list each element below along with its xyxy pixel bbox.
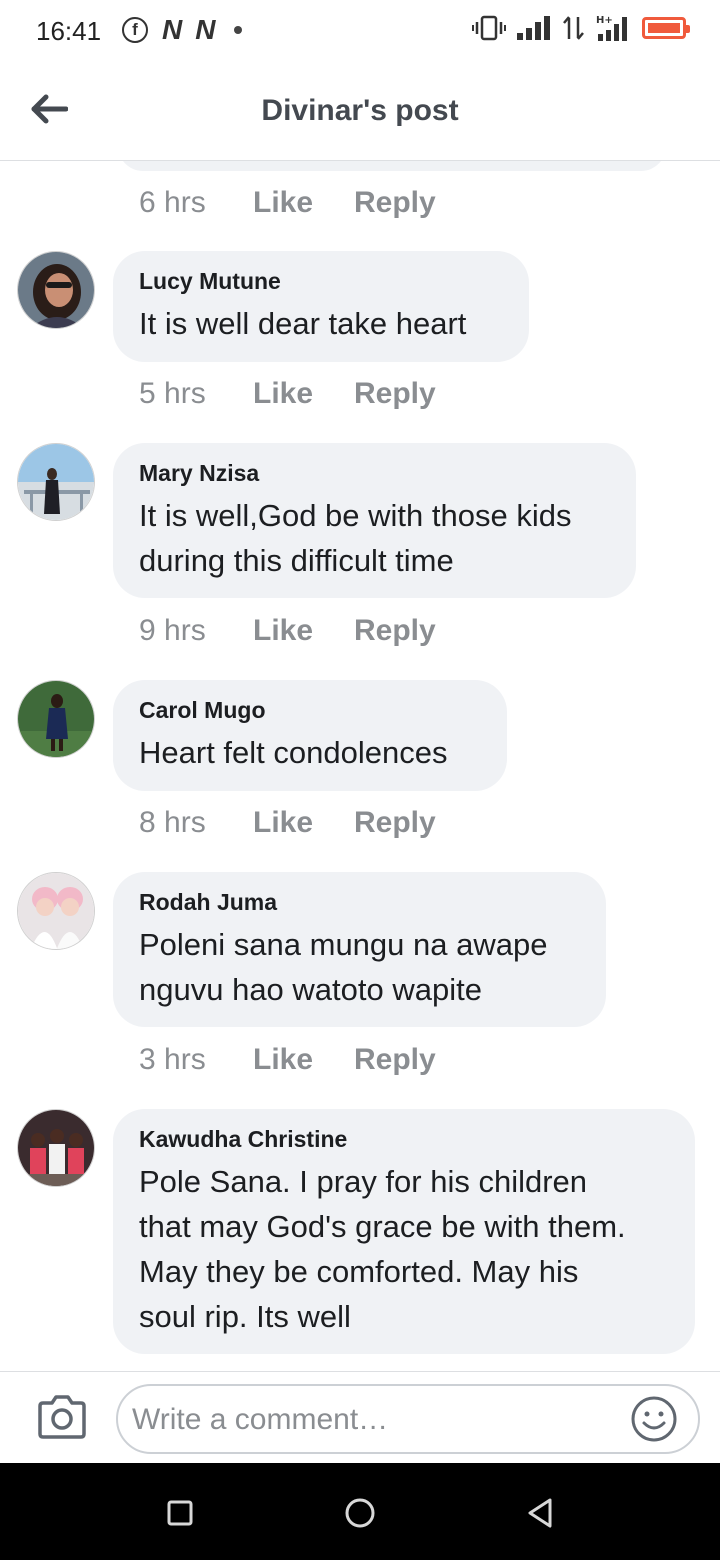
home-button[interactable] bbox=[340, 1493, 380, 1533]
comment-line: It is well dear take heart bbox=[139, 306, 467, 341]
comment-bubble[interactable]: Mary Nzisa It is well,God be with those … bbox=[113, 443, 636, 598]
commenter-name[interactable]: Rodah Juma bbox=[139, 889, 580, 916]
comment-line: nguvu hao watoto wapite bbox=[139, 972, 482, 1007]
comment-time: 6 hrs bbox=[139, 186, 206, 219]
camera-button[interactable] bbox=[36, 1394, 88, 1440]
recents-square-icon bbox=[167, 1500, 193, 1526]
comment-line: Heart felt condolences bbox=[139, 735, 448, 770]
hplus-signal-icon: H+ bbox=[596, 15, 627, 41]
avatar[interactable] bbox=[17, 872, 95, 950]
comment-actions: 5 hrs Like Reply bbox=[139, 377, 436, 411]
like-button[interactable]: Like bbox=[253, 186, 354, 220]
commenter-name[interactable]: Mary Nzisa bbox=[139, 460, 610, 487]
n-app-icon: N bbox=[162, 14, 182, 45]
facebook-icon: f bbox=[122, 17, 148, 43]
back-nav-button[interactable] bbox=[520, 1493, 560, 1533]
vibrate-icon bbox=[472, 15, 506, 41]
comment-text: It is well,God be with those kids during… bbox=[139, 493, 610, 583]
like-button[interactable]: Like bbox=[253, 806, 354, 840]
comment-time: 3 hrs bbox=[139, 1043, 206, 1076]
comment-text: Pole Sana. I pray for his children that … bbox=[139, 1159, 669, 1339]
signal-icon bbox=[517, 16, 550, 40]
emoji-icon bbox=[631, 1396, 677, 1442]
comments-list: 6 hrs Like Reply Lucy Mutune It is well … bbox=[0, 161, 720, 1371]
comment-input-container[interactable] bbox=[116, 1384, 700, 1454]
camera-icon bbox=[38, 1395, 86, 1439]
avatar-image bbox=[18, 873, 94, 949]
status-time: 16:41 bbox=[36, 16, 102, 46]
page-title: Divinar's post bbox=[261, 94, 459, 127]
comment-bubble[interactable]: Lucy Mutune It is well dear take heart bbox=[113, 251, 529, 362]
comment-actions: 9 hrs Like Reply bbox=[139, 614, 436, 648]
comment-text: Heart felt condolences bbox=[139, 730, 481, 775]
comment-time: 5 hrs bbox=[139, 377, 206, 410]
avatar[interactable] bbox=[17, 443, 95, 521]
reply-button[interactable]: Reply bbox=[354, 1043, 436, 1077]
comment-composer bbox=[0, 1371, 720, 1464]
comment-bubble[interactable]: Kawudha Christine Pole Sana. I pray for … bbox=[113, 1109, 695, 1354]
comment-text: Poleni sana mungu na awape nguvu hao wat… bbox=[139, 922, 580, 1012]
comment-actions: 6 hrs Like Reply bbox=[139, 186, 436, 220]
comment-line: that may God's grace be with them. bbox=[139, 1209, 626, 1244]
battery-icon bbox=[642, 17, 690, 39]
system-nav-bar bbox=[0, 1463, 720, 1560]
comment-time: 8 hrs bbox=[139, 806, 206, 839]
avatar-image bbox=[18, 444, 94, 520]
commenter-name[interactable]: Carol Mugo bbox=[139, 697, 481, 724]
home-circle-icon bbox=[345, 1498, 375, 1528]
comment-actions: 8 hrs Like Reply bbox=[139, 806, 436, 840]
n-app-icon: N bbox=[195, 14, 215, 45]
svg-text:H+: H+ bbox=[596, 15, 613, 26]
recents-button[interactable] bbox=[160, 1493, 200, 1533]
comment-actions: 3 hrs Like Reply bbox=[139, 1043, 436, 1077]
emoji-button[interactable] bbox=[630, 1395, 678, 1443]
previous-comment-bubble[interactable] bbox=[118, 161, 666, 171]
avatar[interactable] bbox=[17, 251, 95, 329]
comment-input[interactable] bbox=[130, 1396, 634, 1444]
like-button[interactable]: Like bbox=[253, 1043, 354, 1077]
post-header: Divinar's post bbox=[0, 64, 720, 161]
comment-time: 9 hrs bbox=[139, 614, 206, 647]
reply-button[interactable]: Reply bbox=[354, 806, 436, 840]
like-button[interactable]: Like bbox=[253, 377, 354, 411]
avatar-image bbox=[18, 1110, 94, 1186]
avatar[interactable] bbox=[17, 1109, 95, 1187]
comment-bubble[interactable]: Carol Mugo Heart felt condolences bbox=[113, 680, 507, 791]
status-bar: 16:41 f N N H+ bbox=[0, 0, 720, 64]
comment-line: May they be comforted. May his bbox=[139, 1254, 579, 1289]
reply-button[interactable]: Reply bbox=[354, 186, 436, 220]
avatar-image bbox=[18, 681, 94, 757]
comment-line: Poleni sana mungu na awape bbox=[139, 927, 548, 962]
comment-line: It is well,God be with those kids bbox=[139, 498, 572, 533]
commenter-name[interactable]: Kawudha Christine bbox=[139, 1126, 669, 1153]
data-arrows-icon bbox=[563, 16, 584, 40]
system-icons: H+ bbox=[472, 14, 690, 42]
comment-line: Pole Sana. I pray for his children bbox=[139, 1164, 588, 1199]
avatar-image bbox=[18, 252, 94, 328]
like-button[interactable]: Like bbox=[253, 614, 354, 648]
notification-icons: f N N bbox=[122, 14, 243, 46]
back-triangle-icon bbox=[528, 1498, 552, 1528]
comment-bubble[interactable]: Rodah Juma Poleni sana mungu na awape ng… bbox=[113, 872, 606, 1027]
dot-icon bbox=[234, 26, 243, 34]
comment-text: It is well dear take heart bbox=[139, 301, 503, 346]
reply-button[interactable]: Reply bbox=[354, 377, 436, 411]
commenter-name[interactable]: Lucy Mutune bbox=[139, 268, 503, 295]
reply-button[interactable]: Reply bbox=[354, 614, 436, 648]
avatar[interactable] bbox=[17, 680, 95, 758]
comment-line: soul rip. Its well bbox=[139, 1299, 351, 1334]
comment-line: during this difficult time bbox=[139, 543, 454, 578]
